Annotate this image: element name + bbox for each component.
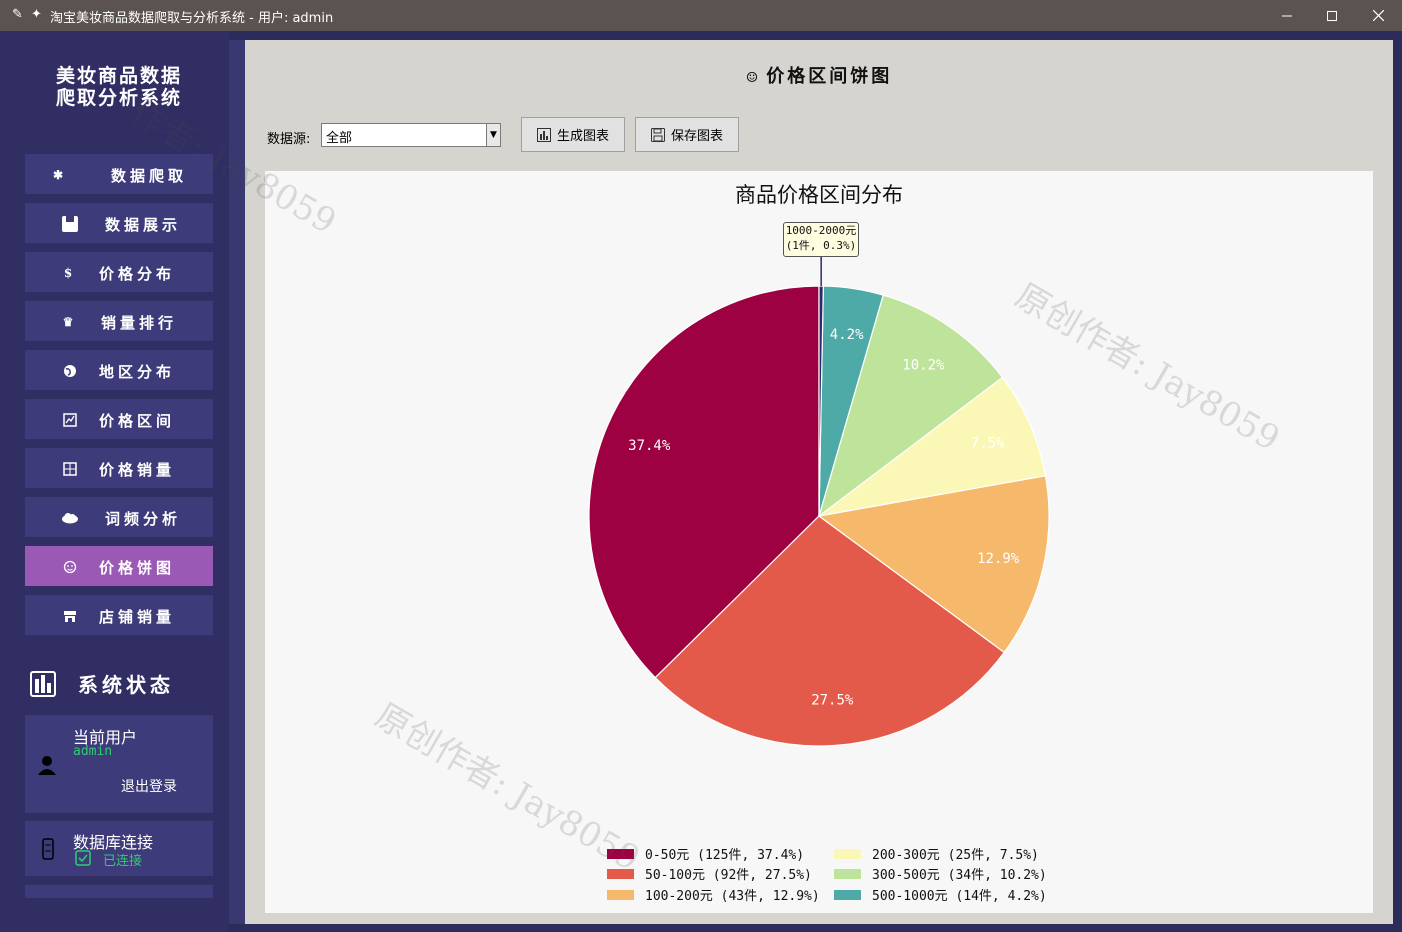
globe-icon — [61, 362, 79, 380]
nav-item-price-sales[interactable]: 价格销量 — [25, 448, 213, 488]
legend-item: 100-200元 (43件, 12.9%) — [607, 885, 820, 904]
maximize-icon — [1327, 10, 1337, 21]
grid-chart-icon — [61, 460, 79, 478]
pie-chart: 37.4% 27.5% 12.9% 7.5% 10.2% 4.2% — [588, 257, 1050, 747]
nav-item-label: 价格区间 — [99, 412, 176, 430]
nav-item-label: 店铺销量 — [99, 608, 176, 626]
user-icon — [38, 756, 56, 775]
legend-label: 50-100元 (92件, 27.5%) — [645, 868, 812, 883]
minimize-button[interactable] — [1264, 0, 1310, 31]
app-title-line1: 美妆商品数据 — [55, 65, 182, 87]
save-chart-label: 保存图表 — [670, 129, 723, 144]
app-title-line2: 爬取分析系统 — [55, 87, 182, 109]
nav-item-sales-rank[interactable]: ♛ 销量排行 — [25, 301, 213, 341]
page-title-text: 价格区间饼图 — [766, 66, 893, 87]
legend-item: 300-500元 (34件, 10.2%) — [834, 864, 1047, 883]
data-source-select[interactable]: 全部 ▼ — [321, 123, 501, 147]
nav-item-price-pie[interactable]: 价格饼图 — [25, 546, 213, 586]
check-icon — [75, 850, 91, 866]
data-source-value: 全部 — [326, 131, 353, 146]
save-icon — [650, 127, 665, 142]
nav-item-price-dist[interactable]: $ 价格分布 — [25, 252, 213, 292]
chart-canvas: 商品价格区间分布 37.4% 27.5% 12.9% 7.5% 10.2% 4.2% 10… — [265, 171, 1373, 913]
status-title-text: 系统状态 — [78, 673, 174, 697]
slice-percent-label: 4.2% — [830, 327, 864, 343]
nav-item-label: 销量排行 — [101, 314, 178, 332]
sidebar-scroll-strip — [229, 40, 245, 924]
chart-icon — [61, 411, 79, 429]
legend-swatch — [834, 889, 861, 900]
legend-label: 0-50元 (125件, 37.4%) — [645, 848, 805, 863]
nav-item-label: 价格饼图 — [99, 559, 176, 577]
nav-item-region[interactable]: 地区分布 — [25, 350, 213, 390]
maximize-button[interactable] — [1309, 0, 1355, 31]
db-status: 已连接 — [103, 854, 143, 869]
feather-icon: ✎ — [12, 7, 23, 22]
bar-chart-icon — [536, 127, 551, 142]
legend-label: 300-500元 (34件, 10.2%) — [872, 868, 1047, 883]
generate-chart-button[interactable]: 生成图表 — [521, 117, 625, 152]
legend-item: 0-50元 (125件, 37.4%) — [607, 844, 804, 863]
slice-percent-label: 27.5% — [811, 693, 854, 709]
money-bag-icon: $ — [63, 266, 77, 280]
slice-percent-label: 37.4% — [628, 438, 671, 454]
nav-item-label: 词频分析 — [105, 510, 182, 528]
nav-item-label: 数据展示 — [105, 216, 182, 234]
legend-swatch — [834, 848, 861, 859]
extra-card — [25, 885, 213, 898]
legend-swatch — [607, 848, 634, 859]
bar-chart-icon — [30, 670, 56, 697]
nav-item-label: 价格分布 — [99, 265, 176, 283]
sparkle-icon: ✦ — [31, 7, 42, 22]
legend-item: 500-1000元 (14件, 4.2%) — [834, 885, 1047, 904]
pie-icon: ☺ — [745, 70, 759, 86]
slice-percent-label: 10.2% — [902, 357, 945, 373]
database-icon — [42, 838, 54, 860]
legend-label: 500-1000元 (14件, 4.2%) — [872, 889, 1047, 904]
store-icon — [61, 607, 79, 625]
app-title: 美妆商品数据 爬取分析系统 — [30, 65, 208, 109]
data-source-label: 数据源: — [267, 132, 311, 147]
pie-icon — [61, 558, 79, 576]
window-titlebar: ✎ ✦ 淘宝美妆商品数据爬取与分析系统 - 用户: admin — [0, 0, 1402, 31]
db-card: 数据库连接 已连接 — [25, 821, 213, 876]
nav-item-label: 数据爬取 — [111, 167, 188, 185]
cloud-icon — [61, 509, 79, 527]
legend-swatch — [834, 868, 861, 879]
slice-percent-label: 12.9% — [977, 551, 1020, 567]
nav-item-word-freq[interactable]: 词频分析 — [25, 497, 213, 537]
logout-button[interactable]: 退出登录 — [121, 776, 177, 796]
nav-item-label: 价格销量 — [99, 461, 176, 479]
legend-item: 200-300元 (25件, 7.5%) — [834, 844, 1039, 863]
legend-label: 100-200元 (43件, 12.9%) — [645, 889, 820, 904]
nav-item-label: 地区分布 — [99, 363, 176, 381]
sidebar: 美妆商品数据 爬取分析系统 ✱ 数据爬取 数据展示 $ 价格分布 ♛ 销量排行 … — [0, 31, 229, 932]
annotation-line1: 1000-2000元 — [785, 224, 857, 237]
nav-item-store-sales[interactable]: 店铺销量 — [25, 595, 213, 635]
legend-swatch — [607, 889, 634, 900]
slice-percent-label: 7.5% — [971, 435, 1005, 451]
chevron-down-icon[interactable]: ▼ — [486, 124, 500, 146]
close-button[interactable] — [1355, 0, 1401, 31]
package-icon — [61, 215, 79, 233]
nav-item-price-range[interactable]: 价格区间 — [25, 399, 213, 439]
legend-item: 50-100元 (92件, 27.5%) — [607, 864, 812, 883]
legend-swatch — [607, 868, 634, 879]
spider-icon: ✱ — [52, 168, 68, 182]
page-title: ☺ 价格区间饼图 — [245, 62, 1393, 88]
minimize-icon — [1282, 15, 1292, 16]
user-card: 当前用户 admin 退出登录 — [25, 715, 213, 813]
close-icon — [1372, 10, 1384, 21]
status-section-title: 系统状态 — [30, 669, 174, 698]
nav-item-crawl[interactable]: ✱ 数据爬取 — [25, 154, 213, 194]
nav-item-display[interactable]: 数据展示 — [25, 203, 213, 243]
legend-label: 200-300元 (25件, 7.5%) — [872, 848, 1039, 863]
username: admin — [73, 744, 113, 759]
annotation-line2: (1件, 0.3%) — [785, 239, 857, 252]
generate-chart-label: 生成图表 — [556, 129, 609, 144]
trophy-icon: ♛ — [62, 315, 78, 329]
small-slice-annotation: 1000-2000元 (1件, 0.3%) — [783, 222, 859, 257]
window-title: 淘宝美妆商品数据爬取与分析系统 - 用户: admin — [50, 11, 334, 26]
save-chart-button[interactable]: 保存图表 — [635, 117, 739, 152]
